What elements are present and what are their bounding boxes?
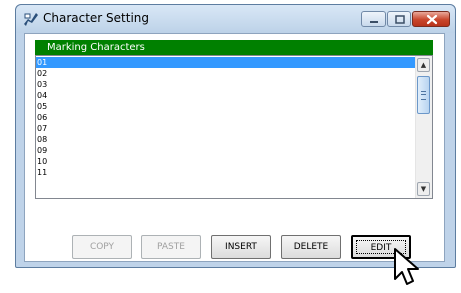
character-setting-window: Character Setting Marking Characters 01 0… bbox=[15, 4, 456, 268]
copy-button[interactable]: COPY bbox=[72, 235, 132, 259]
scroll-down-button[interactable]: ▼ bbox=[417, 182, 430, 196]
list-item[interactable]: 08 bbox=[36, 134, 416, 145]
paste-button[interactable]: PASTE bbox=[141, 235, 201, 259]
list-item[interactable]: 01 bbox=[36, 57, 416, 68]
scrollbar-thumb[interactable] bbox=[417, 76, 430, 114]
scroll-up-button[interactable]: ▲ bbox=[417, 58, 430, 72]
list-item[interactable]: 02 bbox=[36, 68, 416, 79]
maximize-button[interactable] bbox=[387, 11, 411, 27]
maximize-icon bbox=[395, 15, 405, 24]
close-icon bbox=[426, 14, 438, 25]
list-rows: 01 02 03 04 05 06 07 08 09 10 11 bbox=[36, 57, 416, 178]
list-item[interactable]: 05 bbox=[36, 101, 416, 112]
list-item[interactable]: 04 bbox=[36, 90, 416, 101]
marking-characters-list[interactable]: 01 02 03 04 05 06 07 08 09 10 11 ▲ ▼ bbox=[35, 55, 433, 199]
vertical-scrollbar[interactable]: ▲ ▼ bbox=[415, 56, 432, 198]
mouse-pointer-icon bbox=[394, 248, 419, 285]
insert-button[interactable]: INSERT bbox=[211, 235, 271, 259]
character-setting-icon bbox=[24, 13, 38, 26]
dialog-client-area: Marking Characters 01 02 03 04 05 06 07 08 09 10 1… bbox=[24, 33, 445, 262]
list-header: Marking Characters bbox=[35, 40, 433, 55]
delete-button[interactable]: DELETE bbox=[281, 235, 341, 259]
list-item[interactable]: 10 bbox=[36, 156, 416, 167]
list-item[interactable]: 09 bbox=[36, 145, 416, 156]
arrow-down-icon: ▼ bbox=[420, 185, 427, 193]
list-item[interactable]: 11 bbox=[36, 167, 416, 178]
list-item[interactable]: 03 bbox=[36, 79, 416, 90]
window-title: Character Setting bbox=[43, 11, 150, 25]
insert-button-label: INSERT bbox=[225, 242, 257, 252]
minimize-button[interactable] bbox=[361, 11, 386, 27]
title-bar[interactable]: Character Setting bbox=[16, 5, 455, 33]
minimize-icon bbox=[370, 21, 378, 23]
arrow-up-icon: ▲ bbox=[420, 61, 427, 69]
paste-button-label: PASTE bbox=[157, 242, 185, 252]
delete-button-label: DELETE bbox=[293, 242, 329, 252]
list-item[interactable]: 07 bbox=[36, 123, 416, 134]
list-item[interactable]: 06 bbox=[36, 112, 416, 123]
copy-button-label: COPY bbox=[89, 242, 115, 252]
close-button[interactable] bbox=[412, 11, 450, 27]
edit-button-label: EDIT bbox=[370, 243, 392, 253]
grip-icon bbox=[421, 91, 426, 100]
